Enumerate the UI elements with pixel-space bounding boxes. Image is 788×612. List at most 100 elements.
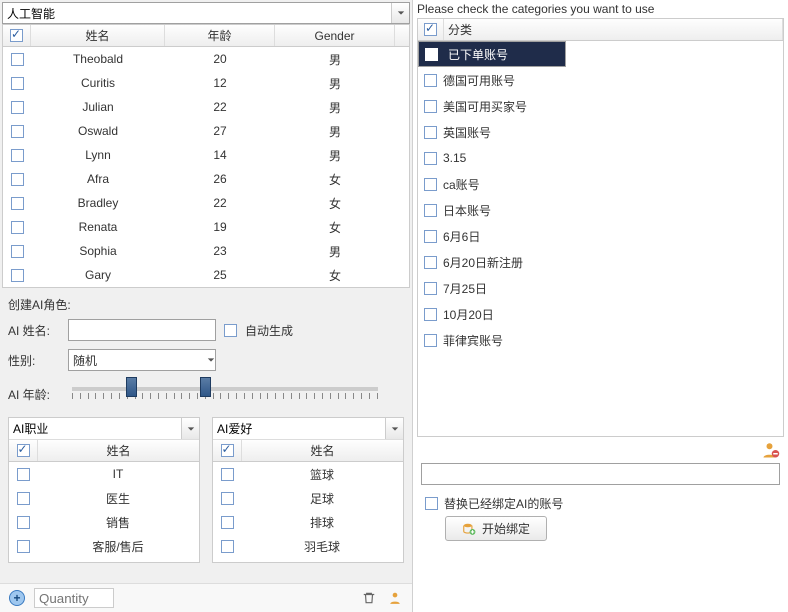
range-thumb-min[interactable] <box>126 377 137 397</box>
chevron-down-icon[interactable] <box>207 353 215 367</box>
table-row[interactable]: Lynn14男 <box>3 143 409 167</box>
item-checkbox[interactable] <box>17 492 30 505</box>
cell-age: 25 <box>165 268 275 282</box>
category-checkbox[interactable] <box>425 48 438 61</box>
item-label: IT <box>37 467 199 481</box>
list-item[interactable]: 篮球 <box>213 462 403 486</box>
row-checkbox[interactable] <box>11 197 24 210</box>
category-row[interactable]: 7月25日 <box>418 275 783 301</box>
combo-arrow-icon[interactable] <box>391 3 409 23</box>
hobby-combo[interactable] <box>213 418 385 439</box>
row-checkbox[interactable] <box>11 173 24 186</box>
row-checkbox[interactable] <box>11 269 24 282</box>
category-row[interactable]: 菲律宾账号 <box>418 327 783 353</box>
col-name[interactable]: 姓名 <box>31 25 165 46</box>
range-thumb-max[interactable] <box>200 377 211 397</box>
list-item[interactable]: 排球 <box>213 510 403 534</box>
table-row[interactable]: Bradley22女 <box>3 191 409 215</box>
cat-select-all[interactable] <box>424 23 437 36</box>
select-all-checkbox[interactable] <box>10 29 23 42</box>
item-checkbox[interactable] <box>17 468 30 481</box>
category-checkbox[interactable] <box>424 334 437 347</box>
table-row[interactable]: Renata19女 <box>3 215 409 239</box>
table-row[interactable]: Afra26女 <box>3 167 409 191</box>
job-select-all[interactable] <box>17 444 30 457</box>
list-item[interactable]: 客服/售后 <box>9 534 199 558</box>
account-input[interactable] <box>421 463 780 485</box>
replace-label: 替换已经绑定AI的账号 <box>444 495 563 512</box>
chevron-down-icon[interactable] <box>181 418 199 439</box>
category-row[interactable]: 6月6日 <box>418 223 783 249</box>
category-checkbox[interactable] <box>424 256 437 269</box>
category-row[interactable]: 美国可用买家号 <box>418 93 783 119</box>
category-row[interactable]: 德国可用账号 <box>418 67 783 93</box>
category-checkbox[interactable] <box>424 100 437 113</box>
list-item[interactable]: 销售 <box>9 510 199 534</box>
col-gender[interactable]: Gender <box>275 25 395 46</box>
add-button[interactable]: + <box>8 589 26 607</box>
category-row[interactable]: 3.15 <box>418 145 783 171</box>
item-checkbox[interactable] <box>17 540 30 553</box>
category-checkbox[interactable] <box>424 230 437 243</box>
category-row[interactable]: 日本账号 <box>418 197 783 223</box>
category-checkbox[interactable] <box>424 308 437 321</box>
cell-age: 14 <box>165 148 275 162</box>
job-combo[interactable] <box>9 418 181 439</box>
user-icon[interactable] <box>386 589 404 607</box>
row-checkbox[interactable] <box>11 101 24 114</box>
table-row[interactable]: Gary25女 <box>3 263 409 287</box>
cell-age: 27 <box>165 124 275 138</box>
category-checkbox[interactable] <box>424 282 437 295</box>
remove-user-icon[interactable] <box>762 441 780 459</box>
table-row[interactable]: Julian22男 <box>3 95 409 119</box>
auto-generate-label: 自动生成 <box>245 322 293 339</box>
list-item[interactable]: 医生 <box>9 486 199 510</box>
category-label: 3.15 <box>443 151 466 165</box>
ai-name-input[interactable] <box>68 319 216 341</box>
chevron-down-icon[interactable] <box>385 418 403 439</box>
row-checkbox[interactable] <box>11 149 24 162</box>
item-checkbox[interactable] <box>17 516 30 529</box>
trash-icon[interactable] <box>360 589 378 607</box>
row-checkbox[interactable] <box>11 221 24 234</box>
row-checkbox[interactable] <box>11 77 24 90</box>
category-row[interactable]: 6月20日新注册 <box>418 249 783 275</box>
quantity-input[interactable] <box>34 588 114 608</box>
list-item[interactable]: IT <box>9 462 199 486</box>
start-bind-button[interactable]: 开始绑定 <box>445 516 547 541</box>
item-label: 足球 <box>241 490 403 507</box>
table-row[interactable]: Sophia23男 <box>3 239 409 263</box>
item-checkbox[interactable] <box>221 468 234 481</box>
cell-age: 19 <box>165 220 275 234</box>
cell-gender: 男 <box>275 243 395 260</box>
list-item[interactable]: 羽毛球 <box>213 534 403 558</box>
auto-generate-checkbox[interactable] <box>224 324 237 337</box>
row-checkbox[interactable] <box>11 245 24 258</box>
category-row[interactable]: 英国账号 <box>418 119 783 145</box>
table-row[interactable]: Oswald27男 <box>3 119 409 143</box>
row-checkbox[interactable] <box>11 125 24 138</box>
hobby-select-all[interactable] <box>221 444 234 457</box>
table-row[interactable]: Curitis12男 <box>3 71 409 95</box>
category-checkbox[interactable] <box>424 126 437 139</box>
cell-gender: 女 <box>275 219 395 236</box>
category-checkbox[interactable] <box>424 204 437 217</box>
row-checkbox[interactable] <box>11 53 24 66</box>
category-row[interactable]: 10月20日 <box>418 301 783 327</box>
item-checkbox[interactable] <box>221 492 234 505</box>
col-age[interactable]: 年龄 <box>165 25 275 46</box>
replace-checkbox[interactable] <box>425 497 438 510</box>
item-checkbox[interactable] <box>221 540 234 553</box>
table-row[interactable]: Theobald20男 <box>3 47 409 71</box>
category-checkbox[interactable] <box>424 152 437 165</box>
category-checkbox[interactable] <box>424 74 437 87</box>
category-row[interactable]: ca账号 <box>418 171 783 197</box>
list-item[interactable]: 足球 <box>213 486 403 510</box>
age-range-slider[interactable] <box>72 379 378 409</box>
item-checkbox[interactable] <box>221 516 234 529</box>
category-checkbox[interactable] <box>424 178 437 191</box>
ai-source-combo[interactable] <box>3 3 391 23</box>
cell-gender: 男 <box>275 123 395 140</box>
gender-select[interactable]: 随机 <box>68 349 216 371</box>
category-row[interactable]: 已下单账号 <box>418 41 566 67</box>
